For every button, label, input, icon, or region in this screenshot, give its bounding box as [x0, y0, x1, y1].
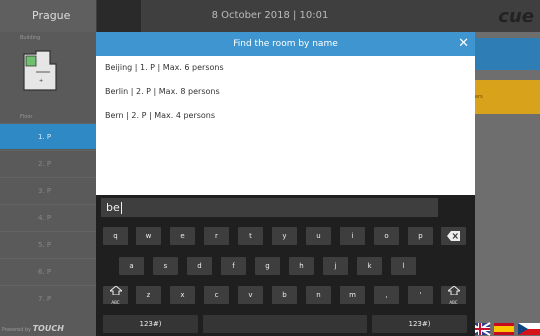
key-n[interactable]: n: [306, 286, 331, 304]
key-comma[interactable]: ,: [374, 286, 399, 304]
modal-title: Find the room by name: [233, 39, 338, 49]
key-y[interactable]: y: [272, 227, 297, 245]
key-q[interactable]: q: [103, 227, 128, 245]
search-input-value: be: [106, 201, 120, 214]
key-b[interactable]: b: [272, 286, 297, 304]
floor-label: Floor: [20, 114, 33, 120]
key-f[interactable]: f: [221, 257, 246, 275]
key-j[interactable]: j: [323, 257, 348, 275]
floor-item[interactable]: 1. P: [0, 123, 96, 149]
key-h[interactable]: h: [289, 257, 314, 275]
header-block: [97, 0, 141, 32]
key-l[interactable]: l: [391, 257, 416, 275]
flag-cz-icon[interactable]: [518, 323, 540, 335]
key-o[interactable]: o: [374, 227, 399, 245]
language-flags: [470, 322, 540, 336]
logo: cue: [498, 6, 534, 27]
key-d[interactable]: d: [187, 257, 212, 275]
floor-item[interactable]: 5. P: [0, 231, 96, 257]
floor-item[interactable]: 6. P: [0, 258, 96, 284]
modal-header: Find the room by name ✕: [96, 32, 475, 56]
shift-arrow-icon: [108, 285, 123, 296]
key-v[interactable]: v: [238, 286, 263, 304]
background-panel-text: ers: [475, 94, 483, 100]
key-i[interactable]: i: [340, 227, 365, 245]
shift-key-label: ABC: [449, 300, 458, 305]
building-map-icon[interactable]: +: [22, 50, 62, 118]
key-z[interactable]: z: [136, 286, 161, 304]
powered-by: Powered by TOUCH: [2, 324, 64, 333]
key-m[interactable]: m: [340, 286, 365, 304]
floor-item[interactable]: 4. P: [0, 204, 96, 230]
date-time: 8 October 2018 | 10:01: [211, 10, 329, 21]
key-c[interactable]: c: [204, 286, 229, 304]
background-panel-blue: [475, 38, 540, 70]
numbers-mode-key-left[interactable]: 123#): [103, 315, 198, 333]
floor-item[interactable]: 2. P: [0, 150, 96, 176]
backspace-icon[interactable]: [441, 227, 466, 245]
text-caret: [120, 202, 122, 214]
key-x[interactable]: x: [170, 286, 195, 304]
top-bar: Prague 8 October 2018 | 10:01 cue: [0, 0, 540, 32]
powered-by-brand: TOUCH: [32, 324, 64, 333]
close-icon[interactable]: ✕: [458, 32, 469, 56]
key-r[interactable]: r: [204, 227, 229, 245]
key-p[interactable]: p: [408, 227, 433, 245]
room-results-list: Beijing | 1. P | Max. 6 persons Berlin |…: [96, 56, 475, 195]
shift-key-left[interactable]: ABC: [103, 285, 128, 305]
floor-item[interactable]: 7. P: [0, 285, 96, 311]
numbers-mode-key-right[interactable]: 123#): [372, 315, 467, 333]
sidebar: Building + Floor 1. P 2. P 3. P 4. P 5. …: [0, 32, 96, 336]
list-item[interactable]: Bern | 2. P | Max. 4 persons: [96, 104, 475, 128]
shift-key-right[interactable]: ABC: [441, 285, 466, 305]
background-panel-yellow: ers: [475, 80, 540, 114]
floor-item[interactable]: 3. P: [0, 177, 96, 203]
key-s[interactable]: s: [153, 257, 178, 275]
shift-arrow-icon: [446, 285, 461, 296]
list-item[interactable]: Beijing | 1. P | Max. 6 persons: [96, 56, 475, 80]
powered-by-prefix: Powered by: [2, 327, 31, 333]
shift-key-label: ABC: [111, 300, 120, 305]
building-label: Building: [20, 35, 41, 41]
space-bar[interactable]: [203, 315, 367, 333]
list-item[interactable]: Berlin | 2. P | Max. 8 persons: [96, 80, 475, 104]
search-input[interactable]: be: [101, 198, 438, 217]
key-e[interactable]: e: [170, 227, 195, 245]
key-u[interactable]: u: [306, 227, 331, 245]
key-apostrophe[interactable]: ': [408, 286, 433, 304]
key-w[interactable]: w: [136, 227, 161, 245]
key-g[interactable]: g: [255, 257, 280, 275]
key-a[interactable]: a: [119, 257, 144, 275]
city-name[interactable]: Prague: [0, 0, 96, 32]
key-t[interactable]: t: [238, 227, 263, 245]
flag-es-icon[interactable]: [494, 323, 514, 335]
key-k[interactable]: k: [357, 257, 382, 275]
svg-text:+: +: [39, 78, 43, 84]
